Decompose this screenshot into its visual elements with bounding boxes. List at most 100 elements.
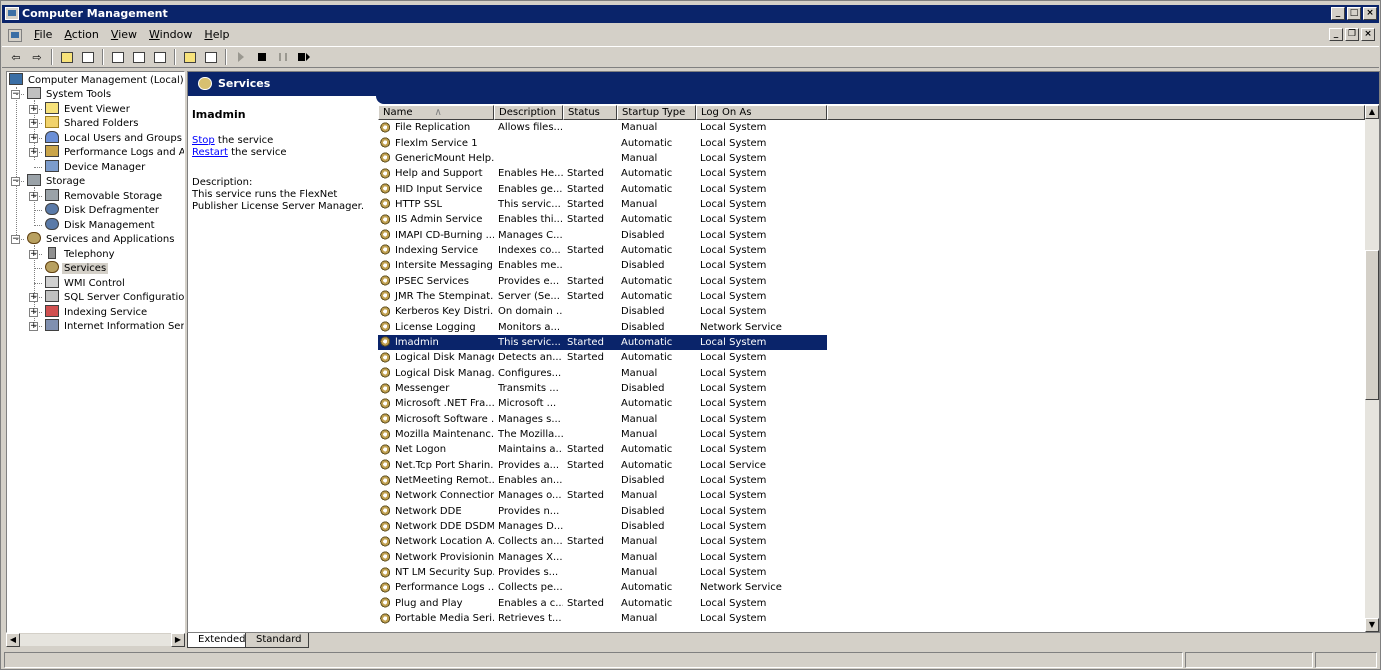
column-header-log-on-as[interactable]: Log On As — [696, 105, 827, 120]
table-row[interactable]: NetMeeting Remot... Enables an... Disabled… — [378, 473, 1365, 488]
mdi-system-menu-icon[interactable] — [8, 28, 22, 42]
service-log-on-as-cell: Local System — [700, 122, 767, 134]
table-row[interactable]: IIS Admin Service Enables thi... Started Au… — [378, 212, 1365, 227]
export-list-icon[interactable] — [150, 48, 170, 66]
tree-item-disk-management[interactable]: Disk Management — [45, 217, 157, 232]
tree-item-storage[interactable]: Storage — [27, 174, 87, 188]
table-row[interactable]: Portable Media Seri... Retrieves t... Manu… — [378, 611, 1365, 626]
scroll-up-icon[interactable]: ▲ — [1365, 105, 1379, 119]
tree-item-shared-folders[interactable]: Shared Folders — [45, 116, 141, 130]
menu-view[interactable]: View — [105, 25, 143, 45]
tree-item-sql-server-configuration-manager[interactable]: SQL Server Configuration Manager — [45, 290, 184, 304]
scroll-down-icon[interactable]: ▼ — [1365, 618, 1379, 632]
table-row[interactable]: Indexing Service Indexes co... Started Auto… — [378, 243, 1365, 258]
properties-icon[interactable] — [108, 48, 128, 66]
tree-item-services[interactable]: Services — [45, 261, 109, 275]
stop-service-link[interactable]: Stop — [192, 135, 215, 146]
refresh-icon[interactable] — [129, 48, 149, 66]
start-service-icon[interactable] — [231, 48, 251, 66]
scroll-thumb[interactable] — [1365, 250, 1379, 400]
column-header-status[interactable]: Status — [563, 105, 617, 120]
stop-service-icon[interactable] — [252, 48, 272, 66]
tree-item-removable-storage[interactable]: Removable Storage — [45, 188, 164, 203]
table-row[interactable]: Network Provisionin... Manages X... Manual… — [378, 550, 1365, 565]
table-row[interactable]: Network Connections Manages o... Started Ma… — [378, 488, 1365, 503]
back-icon[interactable]: ⇦ — [6, 48, 26, 66]
console-tree[interactable]: Computer Management (Local) − System Tool… — [6, 71, 185, 633]
maximize-button[interactable]: □ — [1347, 7, 1361, 20]
restart-service-link[interactable]: Restart — [192, 147, 228, 158]
mdi-minimize-button[interactable]: _ — [1329, 28, 1343, 41]
table-row[interactable]: NT LM Security Sup... Provides s... Manual… — [378, 565, 1365, 580]
tree-item-system-tools[interactable]: System Tools — [27, 87, 113, 101]
services-list[interactable]: Name ∧ Description Status Startup Type Lo… — [378, 105, 1379, 632]
table-row[interactable]: Kerberos Key Distri... On domain ... Disab… — [378, 304, 1365, 319]
service-gear-icon — [380, 459, 393, 472]
table-row[interactable]: Logical Disk Manag... Configures... Manual… — [378, 366, 1365, 381]
table-row[interactable]: lmadmin This servic... Started Automatic Loc… — [378, 334, 1365, 350]
table-row[interactable]: Plug and Play Enables a c... Started Automa… — [378, 596, 1365, 611]
show-hide-action-pane-icon[interactable] — [201, 48, 221, 66]
tree-item-telephony[interactable]: Telephony — [45, 246, 117, 261]
tab-standard[interactable]: Standard — [245, 633, 309, 648]
service-description-cell: Manages s... — [498, 413, 561, 425]
tab-extended[interactable]: Extended — [187, 633, 253, 648]
table-row[interactable]: Net.Tcp Port Sharin... Provides a... Start… — [378, 458, 1365, 473]
table-row[interactable]: GenericMount Help... Manual Local System — [378, 151, 1365, 166]
menu-help[interactable]: Help — [198, 25, 235, 45]
table-row[interactable]: Network DDE DSDM Manages D... Disabled Loca… — [378, 519, 1365, 534]
table-row[interactable]: JMR The Stempinat... Server (Se... Started… — [378, 289, 1365, 304]
restart-service-icon[interactable] — [294, 48, 314, 66]
close-button[interactable]: × — [1363, 7, 1377, 20]
table-row[interactable]: IMAPI CD-Burning ... Manages C... Disabled… — [378, 227, 1365, 242]
table-row[interactable]: Performance Logs ... Collects pe... Automa… — [378, 580, 1365, 595]
table-row[interactable]: Help and Support Enables He... Started Auto… — [378, 166, 1365, 181]
tree-item-indexing-service[interactable]: Indexing Service — [45, 304, 149, 319]
table-row[interactable]: Net Logon Maintains a... Started Automatic L… — [378, 442, 1365, 457]
table-row[interactable]: License Logging Monitors a... Disabled Netw… — [378, 319, 1365, 334]
table-row[interactable]: Mozilla Maintenanc... The Mozilla... Manua… — [378, 427, 1365, 442]
show-hide-tree-icon[interactable] — [78, 48, 98, 66]
table-row[interactable]: HID Input Service Enables ge... Started Aut… — [378, 181, 1365, 196]
column-header-name[interactable]: Name ∧ — [378, 105, 494, 120]
tree-item-device-manager[interactable]: Device Manager — [45, 159, 147, 174]
up-folder-icon[interactable] — [57, 48, 77, 66]
table-row[interactable]: Network DDE Provides n... Disabled Local Sy… — [378, 504, 1365, 519]
table-row[interactable]: Intersite Messaging Enables me... Disabled… — [378, 258, 1365, 273]
menu-action[interactable]: Action — [58, 25, 104, 45]
tree-root[interactable]: Computer Management (Local) — [9, 73, 184, 87]
table-row[interactable]: Flexlm Service 1 Automatic Local System — [378, 135, 1365, 150]
scroll-right-icon[interactable]: ▶ — [171, 633, 185, 647]
table-row[interactable]: Network Location A... Collects an... Start… — [378, 534, 1365, 549]
table-row[interactable]: IPSEC Services Provides e... Started Automa… — [378, 273, 1365, 288]
column-header-description[interactable]: Description — [494, 105, 563, 120]
service-gear-icon — [380, 474, 393, 487]
list-vertical-scrollbar[interactable]: ▲ ▼ — [1365, 105, 1379, 632]
mdi-close-button[interactable]: × — [1361, 28, 1375, 41]
tree-item-wmi-control[interactable]: WMI Control — [45, 275, 127, 290]
table-row[interactable]: Messenger Transmits ... Disabled Local Syst… — [378, 381, 1365, 396]
tree-item-label: Telephony — [64, 248, 115, 260]
tree-item-internet-information-services[interactable]: Internet Information Services — [45, 319, 184, 333]
tree-item-performance-logs-and-alerts[interactable]: Performance Logs and Alerts — [45, 145, 184, 159]
help-icon[interactable] — [180, 48, 200, 66]
menu-window[interactable]: Window — [143, 25, 198, 45]
pause-service-icon[interactable] — [273, 48, 293, 66]
table-row[interactable]: Microsoft .NET Fra... Microsoft ... Automa… — [378, 396, 1365, 411]
tree-item-services-and-applications[interactable]: Services and Applications — [27, 232, 176, 246]
list-rows: File Replication Allows files... Manual Loc… — [378, 120, 1365, 626]
minimize-button[interactable]: _ — [1331, 7, 1345, 20]
table-row[interactable]: HTTP SSL This servic... Started Manual Local… — [378, 197, 1365, 212]
table-row[interactable]: File Replication Allows files... Manual Loc… — [378, 120, 1365, 135]
tree-item-event-viewer[interactable]: Event Viewer — [45, 101, 132, 116]
menu-file[interactable]: File — [28, 25, 58, 45]
table-row[interactable]: Microsoft Software ... Manages s... Manual… — [378, 412, 1365, 427]
forward-icon[interactable]: ⇨ — [27, 48, 47, 66]
table-row[interactable]: Logical Disk Manager Detects an... Started… — [378, 350, 1365, 365]
tree-item-disk-defragmenter[interactable]: Disk Defragmenter — [45, 203, 161, 217]
scroll-left-icon[interactable]: ◀ — [6, 633, 20, 647]
tree-item-local-users-and-groups[interactable]: Local Users and Groups — [45, 130, 184, 145]
tree-horizontal-scrollbar[interactable]: ◀ ▶ — [6, 633, 185, 647]
column-header-startup-type[interactable]: Startup Type — [617, 105, 696, 120]
mdi-restore-button[interactable]: ❐ — [1345, 28, 1359, 41]
